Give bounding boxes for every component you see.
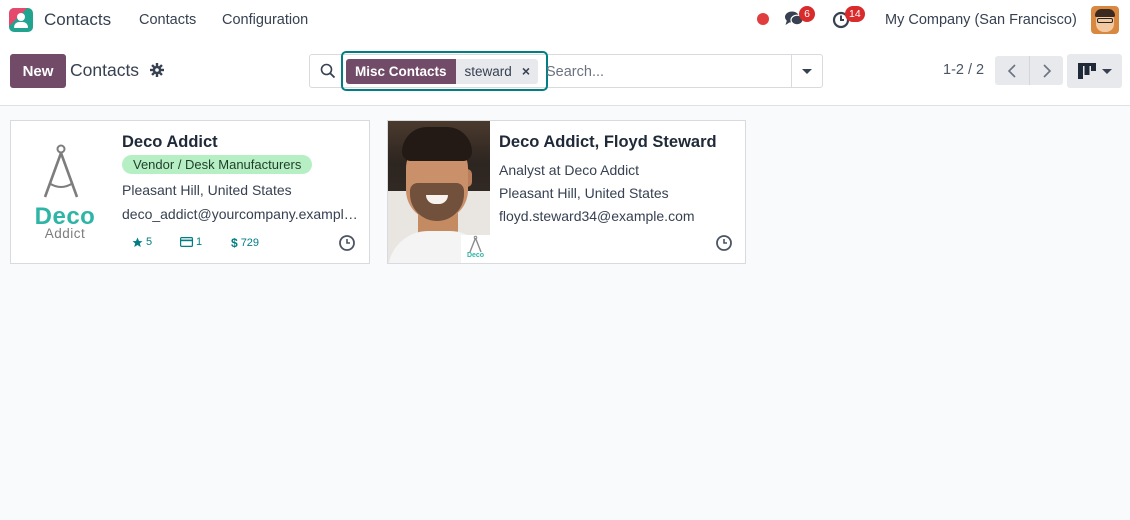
pager-next-button[interactable] <box>1029 56 1063 85</box>
search-options-toggle[interactable] <box>791 55 822 87</box>
search-bar: Misc Contacts steward × <box>309 51 823 91</box>
top-navbar: Contacts Contacts Configuration 6 14 My … <box>0 0 1130 40</box>
menu-configuration[interactable]: Configuration <box>222 12 308 28</box>
caret-down-icon <box>802 68 812 74</box>
credit-card-icon <box>180 237 193 247</box>
contacts-app-icon[interactable] <box>9 8 33 32</box>
view-switcher-button[interactable] <box>1067 54 1122 88</box>
rating-stat[interactable]: 5 <box>132 236 152 248</box>
search-input[interactable] <box>546 61 786 83</box>
search-facet[interactable]: Misc Contacts steward × <box>346 59 538 84</box>
activity-clock-icon[interactable] <box>338 234 356 252</box>
rating-count: 5 <box>146 236 153 248</box>
bank-stat[interactable]: 1 <box>180 236 202 248</box>
company-mini-logo-icon: Deco <box>461 235 490 263</box>
user-avatar[interactable] <box>1091 6 1119 34</box>
new-button[interactable]: New <box>10 54 66 88</box>
card-title: Deco Addict, Floyd Steward <box>499 133 717 151</box>
sales-amount: 729 <box>240 237 260 249</box>
breadcrumb: Contacts <box>70 60 140 80</box>
facet-label: Misc Contacts <box>346 59 456 84</box>
messages-count-badge: 6 <box>799 6 815 22</box>
company-switcher[interactable]: My Company (San Francisco) <box>885 12 1077 28</box>
activities-count-badge: 14 <box>845 6 865 22</box>
logo-text-addict: Addict <box>44 226 86 241</box>
category-tag: Vendor / Desk Manufacturers <box>122 155 313 174</box>
caret-down-icon <box>1101 68 1112 74</box>
deco-addict-logo-icon: Deco Addict <box>11 121 113 263</box>
control-panel: New Contacts Misc Contacts steward × Sea… <box>0 40 1130 106</box>
chevron-left-icon <box>1007 63 1016 78</box>
activity-clock-icon[interactable] <box>715 234 733 252</box>
chevron-right-icon <box>1042 63 1051 78</box>
menu-contacts[interactable]: Contacts <box>139 12 196 28</box>
facet-remove-icon[interactable]: × <box>522 59 530 84</box>
card-email: deco_addict@yourcompany.example.com <box>122 206 362 222</box>
card-email: floyd.steward34@example.com <box>499 208 695 224</box>
card-title: Deco Addict <box>122 133 218 151</box>
kanban-card[interactable]: Deco Addict Deco Addict Vendor / Desk Ma… <box>10 120 370 264</box>
gear-icon[interactable] <box>150 63 164 77</box>
kanban-view-icon <box>1077 63 1096 79</box>
status-dot-icon[interactable] <box>757 13 769 25</box>
search-icon[interactable] <box>320 63 336 79</box>
kanban-card[interactable]: Deco Deco Addict, Floyd Steward Analyst … <box>387 120 746 264</box>
facet-value: steward <box>464 64 512 79</box>
card-function: Analyst at Deco Addict <box>499 162 640 178</box>
pager-previous-button[interactable] <box>995 56 1029 85</box>
pager-value[interactable]: 1-2 / 2 <box>943 62 984 78</box>
star-icon <box>132 237 143 247</box>
sales-stat[interactable]: $ 729 <box>231 236 259 250</box>
bank-count: 1 <box>196 236 203 248</box>
dollar-icon: $ <box>231 236 238 250</box>
card-location: Pleasant Hill, United States <box>499 185 669 201</box>
mini-logo-text: Deco <box>466 252 485 259</box>
facet-value-group: steward × <box>455 59 538 84</box>
person-photo-icon: Deco <box>388 121 490 263</box>
card-location: Pleasant Hill, United States <box>122 182 292 198</box>
app-title[interactable]: Contacts <box>44 10 111 30</box>
